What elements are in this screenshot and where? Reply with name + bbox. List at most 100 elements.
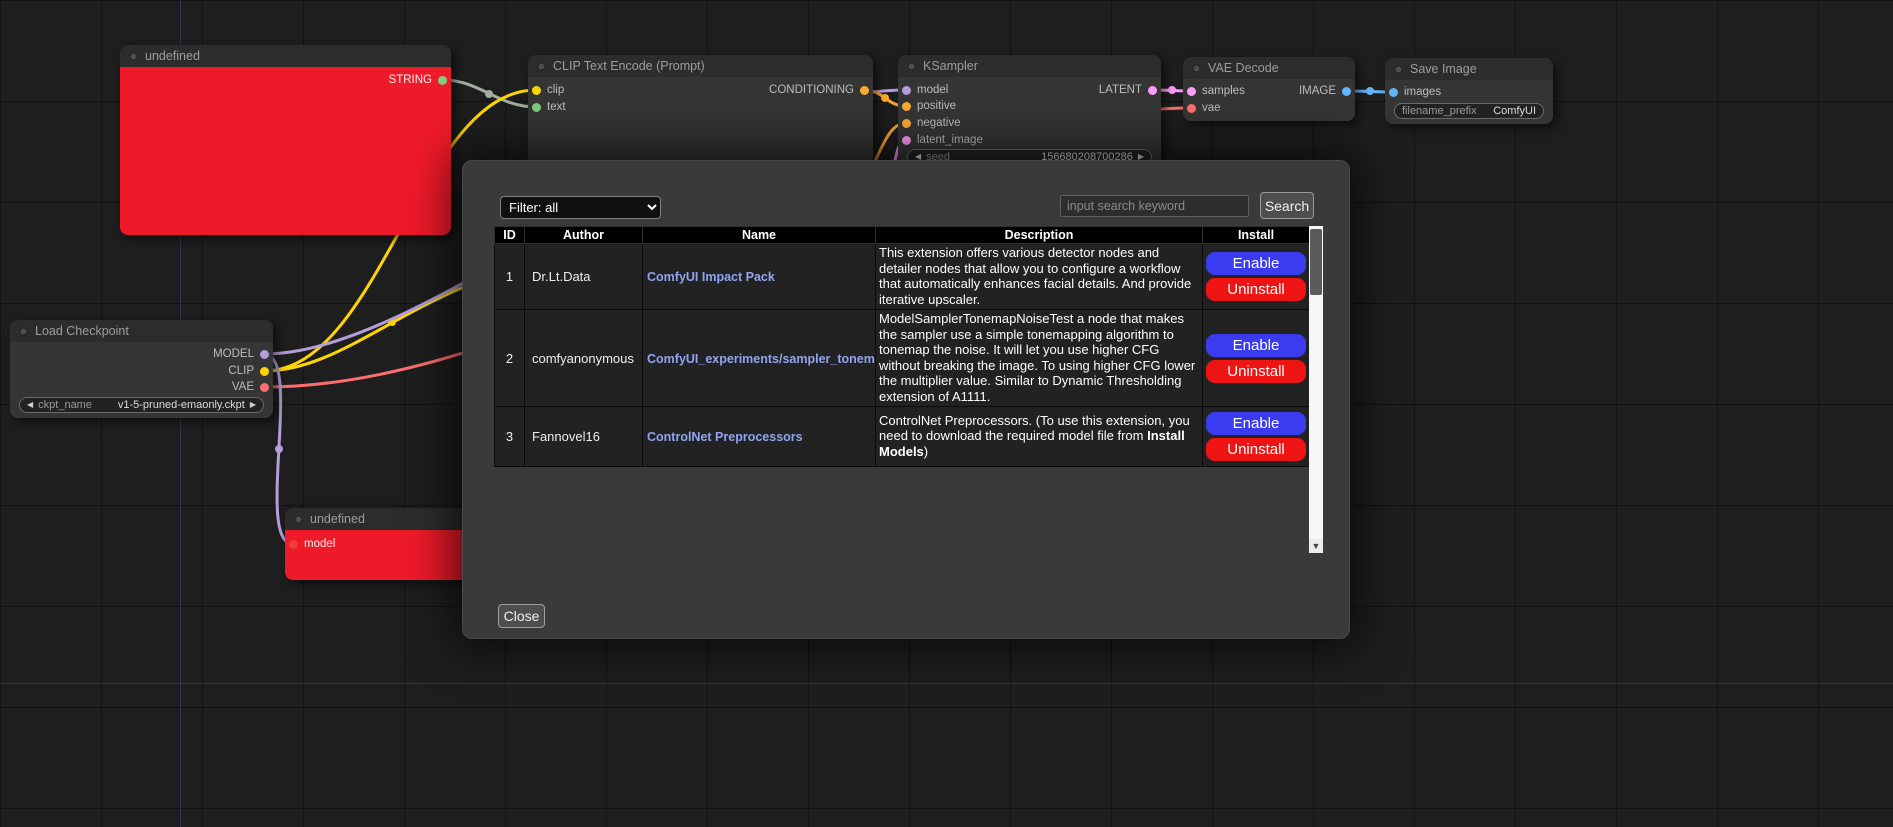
vae-input-port[interactable] xyxy=(1187,104,1196,113)
node-title-bar[interactable]: VAE Decode xyxy=(1183,57,1355,79)
image-output-port[interactable] xyxy=(1342,87,1351,96)
node-undefined-top[interactable]: undefined STRING xyxy=(120,45,451,235)
conditioning-output-port[interactable] xyxy=(860,86,869,95)
search-button[interactable]: Search xyxy=(1260,192,1314,219)
search-input[interactable] xyxy=(1060,195,1249,217)
slot-label: text xyxy=(547,101,566,113)
table-header-row: ID Author Name Description Install xyxy=(495,227,1310,244)
node-clip-text-encode[interactable]: CLIP Text Encode (Prompt) clip text COND… xyxy=(528,55,873,165)
node-title: undefined xyxy=(145,49,200,63)
latent-output-port[interactable] xyxy=(1148,86,1157,95)
uninstall-button[interactable]: Uninstall xyxy=(1206,360,1306,383)
extension-link[interactable]: ComfyUI Impact Pack xyxy=(647,270,775,284)
node-title: Load Checkpoint xyxy=(35,324,129,338)
node-title: VAE Decode xyxy=(1208,61,1279,75)
ckpt-name-widget[interactable]: ◀ ckpt_name v1-5-pruned-emaonly.ckpt ▶ xyxy=(19,397,264,413)
increment-icon[interactable]: ▶ xyxy=(250,397,256,413)
decrement-icon[interactable]: ◀ xyxy=(27,397,33,413)
extension-link[interactable]: ControlNet Preprocessors xyxy=(647,430,803,444)
widget-value[interactable]: v1-5-pruned-emaonly.ckpt xyxy=(118,399,245,411)
input-slot-samples: samples xyxy=(1187,84,1245,98)
node-save-image[interactable]: Save Image images filename_prefix ComfyU… xyxy=(1385,58,1553,124)
extensions-table-area: ID Author Name Description Install 1 Dr.… xyxy=(494,226,1309,553)
node-body: model positive negative latent_image LAT… xyxy=(898,77,1161,167)
description-text: ) xyxy=(924,444,928,459)
close-button[interactable]: Close xyxy=(498,604,545,628)
widget-label: ckpt_name xyxy=(38,399,92,411)
input-slot-vae: vae xyxy=(1187,101,1221,115)
node-vae-decode[interactable]: VAE Decode samples vae IMAGE xyxy=(1183,57,1355,121)
clip-input-port[interactable] xyxy=(532,86,541,95)
slot-label: images xyxy=(1404,86,1441,98)
row-install-cell: Enable Uninstall xyxy=(1203,407,1310,467)
node-body: STRING xyxy=(120,67,451,235)
collapse-dot-icon[interactable] xyxy=(129,52,138,61)
node-title-bar[interactable]: CLIP Text Encode (Prompt) xyxy=(528,55,873,77)
positive-input-port[interactable] xyxy=(902,102,911,111)
header-id: ID xyxy=(495,227,525,244)
table-row: 2 comfyanonymous ComfyUI_experiments/sam… xyxy=(495,310,1310,407)
node-ksampler[interactable]: KSampler model positive negative latent_… xyxy=(898,55,1161,167)
slot-label: clip xyxy=(547,84,564,96)
collapse-dot-icon[interactable] xyxy=(19,327,28,336)
link-midpoint-dot xyxy=(881,94,889,102)
slot-label: model xyxy=(917,84,948,96)
row-description: ControlNet Preprocessors. (To use this e… xyxy=(876,407,1203,467)
row-description: This extension offers various detector n… xyxy=(876,244,1203,310)
scroll-down-icon[interactable]: ▼ xyxy=(1309,539,1323,553)
node-title-bar[interactable]: Save Image xyxy=(1385,58,1553,80)
string-output-port[interactable] xyxy=(438,76,447,85)
text-input-port[interactable] xyxy=(532,103,541,112)
clip-output-port[interactable] xyxy=(260,367,269,376)
collapse-dot-icon[interactable] xyxy=(537,62,546,71)
row-install-cell: Enable Uninstall xyxy=(1203,244,1310,310)
input-slot-model: model xyxy=(289,537,335,551)
slot-label: VAE xyxy=(232,381,254,393)
collapse-dot-icon[interactable] xyxy=(1192,64,1201,73)
slot-label: CLIP xyxy=(228,365,254,377)
input-slot-text: text xyxy=(532,100,566,114)
slot-label: negative xyxy=(917,117,960,129)
node-title-bar[interactable]: undefined xyxy=(120,45,451,67)
node-title: undefined xyxy=(310,512,365,526)
node-title: KSampler xyxy=(923,59,978,73)
scrollbar[interactable]: ▼ xyxy=(1309,226,1323,553)
uninstall-button[interactable]: Uninstall xyxy=(1206,278,1306,301)
node-load-checkpoint[interactable]: Load Checkpoint MODEL CLIP VAE ◀ ckpt_na… xyxy=(10,320,273,418)
header-name: Name xyxy=(643,227,876,244)
latent-image-input-port[interactable] xyxy=(902,136,911,145)
output-slot-latent: LATENT xyxy=(1099,83,1157,97)
node-title-bar[interactable]: Load Checkpoint xyxy=(10,320,273,342)
output-slot-conditioning: CONDITIONING xyxy=(769,83,869,97)
widget-value[interactable]: ComfyUI xyxy=(1493,105,1536,117)
extension-link[interactable]: ComfyUI_experiments/sampler_tonemap xyxy=(647,352,876,366)
node-body: clip text CONDITIONING xyxy=(528,77,873,165)
slot-label: vae xyxy=(1202,102,1221,114)
uninstall-button[interactable]: Uninstall xyxy=(1206,438,1306,461)
extensions-table: ID Author Name Description Install 1 Dr.… xyxy=(494,226,1310,467)
vae-output-port[interactable] xyxy=(260,383,269,392)
slot-label: CONDITIONING xyxy=(769,84,854,96)
model-input-port[interactable] xyxy=(902,86,911,95)
images-input-port[interactable] xyxy=(1389,88,1398,97)
samples-input-port[interactable] xyxy=(1187,87,1196,96)
model-output-port[interactable] xyxy=(260,350,269,359)
filter-select[interactable]: Filter: all xyxy=(500,196,661,219)
model-input-port[interactable] xyxy=(289,540,298,549)
row-id: 1 xyxy=(495,244,525,310)
install-custom-nodes-dialog: Filter: all Search ID Author Name Descri… xyxy=(462,160,1350,639)
collapse-dot-icon[interactable] xyxy=(294,515,303,524)
enable-button[interactable]: Enable xyxy=(1206,252,1306,275)
scrollbar-thumb[interactable] xyxy=(1310,229,1322,295)
collapse-dot-icon[interactable] xyxy=(907,62,916,71)
negative-input-port[interactable] xyxy=(902,119,911,128)
node-graph-canvas[interactable]: undefined STRING CLIP Text Encode (Promp… xyxy=(0,0,1893,827)
enable-button[interactable]: Enable xyxy=(1206,334,1306,357)
node-title-bar[interactable]: KSampler xyxy=(898,55,1161,77)
enable-button[interactable]: Enable xyxy=(1206,412,1306,435)
node-body: samples vae IMAGE xyxy=(1183,79,1355,121)
slot-label: MODEL xyxy=(213,348,254,360)
slot-label: IMAGE xyxy=(1299,85,1336,97)
collapse-dot-icon[interactable] xyxy=(1394,65,1403,74)
filename-prefix-widget[interactable]: filename_prefix ComfyUI xyxy=(1394,103,1544,119)
